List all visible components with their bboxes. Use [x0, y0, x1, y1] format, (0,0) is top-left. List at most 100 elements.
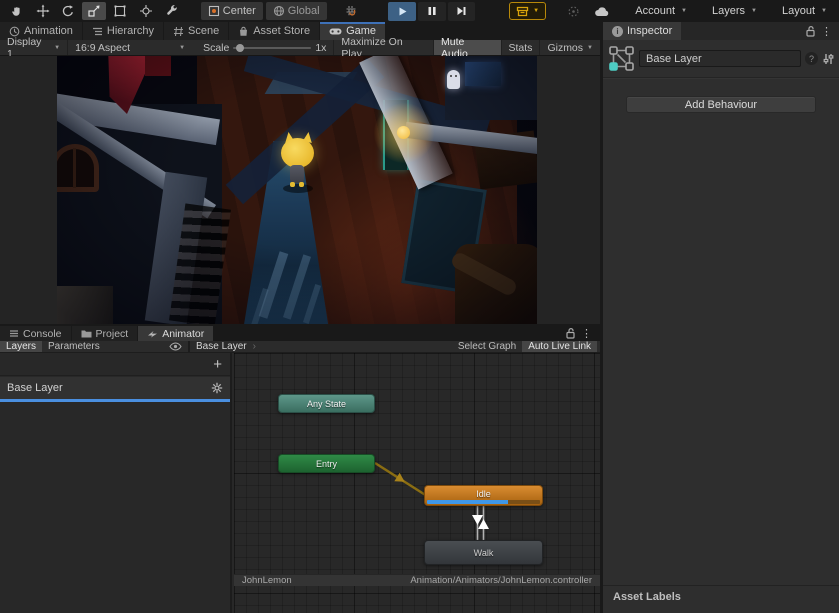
- aspect-dropdown[interactable]: 16:9 Aspect ▼: [67, 40, 192, 55]
- cloud-services-button[interactable]: [588, 2, 616, 20]
- animator-status-bar: JohnLemon Animation/Animators/JohnLemon.…: [234, 574, 600, 586]
- idle-label: Idle: [476, 489, 491, 499]
- custom-tool-button[interactable]: [160, 2, 184, 20]
- gizmos-label: Gizmos: [547, 42, 583, 54]
- state-node-any-state[interactable]: Any State: [278, 394, 375, 413]
- tab-hierarchy-label: Hierarchy: [107, 25, 154, 37]
- asset-labels-header[interactable]: Asset Labels: [603, 585, 839, 613]
- tab-project[interactable]: Project: [72, 326, 138, 341]
- gizmos-dropdown[interactable]: Gizmos ▼: [539, 40, 600, 55]
- gizmos-caret-icon: ▼: [587, 45, 593, 51]
- panel-menu-icon[interactable]: ⋮: [581, 327, 592, 340]
- state-node-walk[interactable]: Walk: [424, 540, 543, 565]
- move-tool-button[interactable]: [31, 2, 55, 20]
- stats-button[interactable]: Stats: [501, 40, 540, 55]
- aspect-caret-icon: ▼: [179, 45, 185, 51]
- play-button[interactable]: [388, 2, 416, 21]
- game-view-area: [0, 56, 600, 324]
- parameters-tab-button[interactable]: Parameters: [42, 341, 106, 352]
- view-tabs-bar: Animation Hierarchy Scene Asset Store Ga…: [0, 22, 600, 40]
- account-dropdown[interactable]: Account ▼: [626, 2, 696, 20]
- active-tab-highlight: [320, 22, 385, 24]
- breadcrumb[interactable]: Base Layer ›: [190, 341, 262, 352]
- inspector-tabs-bar: i Inspector ⋮: [603, 22, 839, 40]
- scale-tool-button[interactable]: [82, 2, 106, 20]
- center-pivot-icon: [208, 5, 220, 17]
- tab-hierarchy[interactable]: Hierarchy: [83, 22, 163, 40]
- layers-caret-icon: ▼: [751, 8, 757, 14]
- layer-row-base-layer[interactable]: Base Layer: [0, 377, 230, 399]
- state-node-entry[interactable]: Entry: [278, 454, 375, 473]
- lamp-bulb: [397, 126, 410, 139]
- inspector-panel: i Inspector ⋮: [600, 22, 839, 613]
- layers-dropdown[interactable]: Layers ▼: [703, 2, 766, 20]
- tab-inspector[interactable]: i Inspector: [603, 22, 681, 40]
- bottom-panel: Console Project Animator ⋮ Layers Parame…: [0, 326, 600, 613]
- transform-tool-button[interactable]: [134, 2, 158, 20]
- character-head: [281, 138, 314, 168]
- character-shadow: [283, 184, 313, 193]
- animator-icon: [147, 329, 158, 339]
- activity-indicator-button[interactable]: [562, 2, 586, 20]
- tab-animator[interactable]: Animator: [138, 326, 213, 341]
- center-label: Center: [223, 5, 256, 17]
- grid-snap-button[interactable]: [339, 2, 363, 20]
- help-icon[interactable]: ?: [805, 52, 818, 65]
- idle-playback-progress: [427, 500, 540, 504]
- rotate-tool-button[interactable]: [56, 2, 80, 20]
- pivot-center-button[interactable]: Center: [201, 2, 263, 20]
- auto-live-link-button[interactable]: Auto Live Link: [522, 341, 597, 352]
- status-object-name: JohnLemon: [242, 575, 292, 586]
- bottom-tabs-bar: Console Project Animator ⋮: [0, 326, 600, 341]
- maximize-on-play-button[interactable]: Maximize On Play: [333, 40, 433, 55]
- layers-tab-button[interactable]: Layers: [0, 341, 42, 352]
- tab-console[interactable]: Console: [0, 326, 71, 341]
- add-layer-button[interactable]: +: [213, 357, 222, 372]
- layer-settings-gear-icon[interactable]: [211, 382, 223, 394]
- activity-indicator-icon: [567, 5, 580, 18]
- wrench-icon: [165, 4, 179, 18]
- hand-tool-button[interactable]: [5, 2, 29, 20]
- presets-icon[interactable]: [822, 53, 835, 65]
- ghost: [447, 70, 460, 89]
- layout-dropdown[interactable]: Layout ▼: [773, 2, 839, 20]
- breadcrumb-label: Base Layer: [196, 341, 247, 352]
- mute-audio-button[interactable]: Mute Audio: [433, 40, 501, 55]
- character-body: [290, 165, 304, 183]
- inspector-menu-icon[interactable]: ⋮: [821, 25, 832, 38]
- rotate-icon: [61, 4, 75, 18]
- tab-asset-store-label: Asset Store: [253, 25, 310, 37]
- character-foot: [299, 182, 304, 187]
- tab-console-label: Console: [23, 328, 62, 340]
- tab-asset-store[interactable]: Asset Store: [229, 22, 319, 40]
- ghost-eye: [450, 75, 452, 77]
- game-viewport[interactable]: [57, 56, 537, 324]
- inspector-lock-icon[interactable]: [805, 25, 816, 37]
- rect-tool-button[interactable]: [108, 2, 132, 20]
- step-button[interactable]: [448, 2, 476, 21]
- pivot-global-button[interactable]: Global: [266, 2, 327, 20]
- layout-caret-icon: ▼: [821, 8, 827, 14]
- main-toolbar: Center Global: [0, 0, 839, 22]
- auto-live-link-label: Auto Live Link: [528, 341, 591, 352]
- panel-lock-icon[interactable]: [565, 327, 576, 339]
- eye-icon[interactable]: [169, 342, 182, 351]
- character-foot: [290, 182, 295, 187]
- add-behaviour-button[interactable]: Add Behaviour: [626, 96, 816, 113]
- pause-button[interactable]: [418, 2, 446, 21]
- tab-scene[interactable]: Scene: [164, 22, 228, 40]
- globe-icon: [273, 5, 285, 17]
- inspector-header: ?: [603, 40, 839, 77]
- collab-box-icon: [516, 6, 529, 17]
- scale-slider-thumb[interactable]: [236, 44, 244, 52]
- collab-button[interactable]: ▼: [509, 2, 546, 20]
- ghost-eye: [455, 75, 457, 77]
- select-graph-button[interactable]: Select Graph: [452, 341, 522, 352]
- hand-icon: [10, 4, 24, 18]
- state-node-idle[interactable]: Idle: [424, 485, 543, 506]
- display-dropdown[interactable]: Display 1 ▼: [0, 40, 67, 55]
- pause-icon: [427, 6, 437, 16]
- scale-slider[interactable]: [233, 47, 311, 49]
- layer-name-field[interactable]: [639, 50, 801, 67]
- folder-icon: [81, 329, 92, 338]
